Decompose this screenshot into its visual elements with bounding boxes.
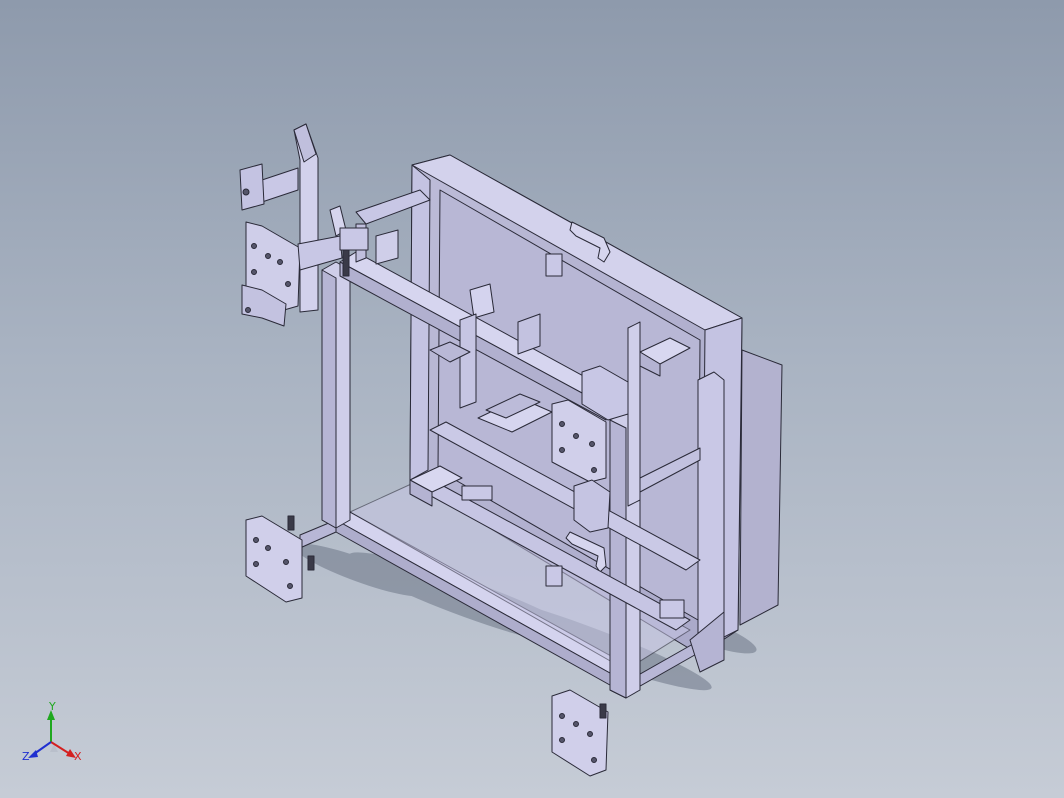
upper-mount-plate-small[interactable] (239, 163, 265, 211)
rail-block-2[interactable] (545, 253, 563, 277)
top-clamp-screw[interactable] (342, 249, 350, 277)
side-bracket-plate[interactable] (739, 349, 783, 626)
bottom-right-stud (599, 703, 607, 719)
front-right-upright-face[interactable] (609, 419, 627, 699)
bottom-left-stud-2 (307, 555, 315, 571)
bottom-left-stud (287, 515, 295, 531)
z-axis-label: Z (22, 750, 30, 763)
rail-block-3[interactable] (659, 599, 685, 619)
central-bracket-top[interactable] (469, 283, 495, 319)
bottom-right-foot-plate[interactable] (551, 689, 609, 777)
assembly-model[interactable] (0, 0, 1064, 798)
rail-block-1[interactable] (545, 565, 563, 587)
x-axis-label: X (74, 750, 82, 763)
right-handle-arm[interactable] (627, 321, 641, 507)
y-axis-label: Y (48, 700, 56, 713)
central-vertical-bar[interactable] (459, 313, 477, 409)
right-lower-plate[interactable] (573, 479, 611, 533)
rail-block-4[interactable] (461, 485, 493, 501)
graphics-viewport[interactable]: Y X Z (0, 0, 1064, 798)
top-clamp-body[interactable] (339, 227, 369, 251)
front-left-upright-face[interactable] (321, 269, 337, 529)
coordinate-triad: Y X Z (22, 700, 82, 763)
upper-handle-crossbar[interactable] (261, 167, 299, 203)
top-clamp-bracket[interactable] (375, 229, 399, 265)
